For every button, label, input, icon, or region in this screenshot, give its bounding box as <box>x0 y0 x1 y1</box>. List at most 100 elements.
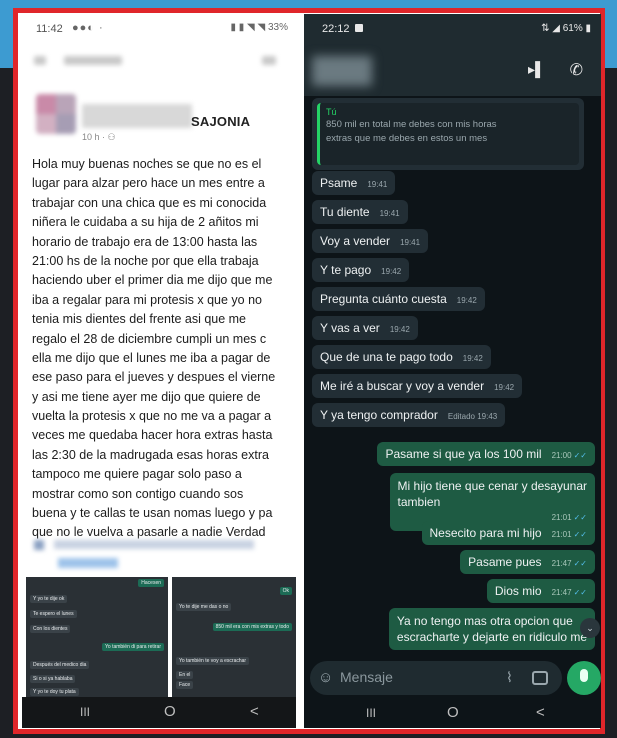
avatar[interactable] <box>36 94 76 134</box>
post-line: niñera le cuidaba a su hija de 2 añitos … <box>32 215 259 230</box>
message-placeholder[interactable]: Mensaje <box>340 669 393 685</box>
message-text: Y vas a ver <box>320 321 380 335</box>
post-line: trabajar con una chica que es mi conocid… <box>32 195 267 210</box>
post-line: ella me dijo que el lunes me iba a pagar… <box>32 350 271 365</box>
message-bubble[interactable]: Y ya tengo comprador Editado 19:43 <box>312 403 506 427</box>
message-time: 19:42 <box>462 354 483 363</box>
message-time: 21:01 ✓✓ <box>551 530 587 539</box>
battery-level: 33% <box>267 22 288 33</box>
attach-icon[interactable]: ⌇ <box>506 669 513 686</box>
battery-level: 61% <box>562 23 583 34</box>
message-text: Pasame si que ya los 100 mil <box>385 447 542 461</box>
post-line: ese paso para el jueves y despues el vie… <box>32 370 276 385</box>
image-notification-icon <box>355 24 363 32</box>
friends-icon: ⚇ <box>107 132 116 142</box>
message-bubble[interactable]: Dios mio 21:47 ✓✓ <box>486 579 595 603</box>
quote-line: extras que me debes en estos un mes <box>326 133 488 144</box>
recents-icon[interactable]: III <box>80 705 90 719</box>
recents-icon[interactable]: III <box>366 706 376 720</box>
post-line: tenia mis dientes del frente asi que me <box>32 312 247 327</box>
camera-icon[interactable] <box>532 671 548 685</box>
home-icon[interactable]: O <box>447 704 459 721</box>
post-line: lugar para alzar pero hace un mes entre … <box>32 176 265 191</box>
status-time: 22:12 <box>322 23 350 35</box>
message-text: Tu diente <box>320 205 370 219</box>
message-text: Que de una te pago todo <box>320 350 453 364</box>
scroll-down-button[interactable]: ⌄ <box>580 618 600 638</box>
message-bubble[interactable]: Ya no tengo mas otra opcion que escrachar… <box>388 608 595 650</box>
home-icon[interactable]: O <box>164 703 176 720</box>
message-bubble[interactable]: Pregunta cuánto cuesta 19:42 <box>312 287 485 311</box>
post-body: Hola muy buenas noches se que no es el l… <box>32 155 296 543</box>
mic-button[interactable] <box>567 661 601 695</box>
message-bubble[interactable]: Que de una te pago todo 19:42 <box>312 345 491 369</box>
message-bubble[interactable]: Y vas a ver 19:42 <box>312 316 418 340</box>
message-text: tambien <box>397 495 441 509</box>
message-bubble[interactable]: Psame 19:41 <box>312 171 396 195</box>
message-time: 19:42 <box>494 383 515 392</box>
read-receipt-icon: ✓✓ <box>573 559 587 568</box>
thumb-message: Hacesen <box>138 579 164 587</box>
message-time: 19:42 <box>389 325 410 334</box>
read-receipt-icon: ✓✓ <box>573 530 587 539</box>
message-text: Pasame pues <box>468 555 542 569</box>
quoted-message-bubble[interactable]: Tú 850 mil en total me debes con mis hor… <box>312 98 584 170</box>
message-time: 21:47 ✓✓ <box>551 559 587 568</box>
blurred-name <box>82 104 192 128</box>
message-bubble[interactable]: Y te pago 19:42 <box>312 258 410 282</box>
post-time: 10 h · <box>82 132 106 142</box>
blurred-contact[interactable] <box>312 56 372 86</box>
status-bar: 11:42 ●●◐ · ▮ ▮ ◥ ◥ 33% <box>22 14 296 44</box>
message-bubble[interactable]: Voy a vender 19:41 <box>312 229 429 253</box>
blurred-header <box>34 56 276 68</box>
right-phone-screenshot: 22:12 ⇅ ◢ 61% ▮ ▸▌ ✆ Tú 850 mil en total… <box>304 14 601 728</box>
android-nav-bar: III O < <box>304 700 601 728</box>
attached-screenshot-2[interactable]: Ok Yo te dije me das o no 850 mil era con … <box>172 577 296 697</box>
post-line: y asi me tiene ayer me dijo que quiere d… <box>32 389 261 404</box>
post-line: las 2:30 de la madrugada esas horas extr… <box>32 447 269 462</box>
post-line: haciendo uber el primer dia me dijo que … <box>32 273 273 288</box>
poster-name[interactable]: SAJONIA <box>191 114 250 129</box>
composer: ☺ Mensaje ⌇ <box>304 656 601 700</box>
chat-header: ▸▌ ✆ <box>304 44 601 96</box>
message-input[interactable]: ☺ Mensaje ⌇ <box>310 661 562 695</box>
post-line: vuelta la protesis x que no me va a paga… <box>32 409 272 424</box>
emoji-icon[interactable]: ☺ <box>318 669 333 686</box>
message-bubble[interactable]: Nesecito para mi hijo 21:01 ✓✓ <box>421 521 595 545</box>
message-bubble[interactable]: Me iré a buscar y voy a vender 19:42 <box>312 374 523 398</box>
post-line: horario de trabajo era de 13:00 hasta la… <box>32 234 258 249</box>
thumb-message: Yo también di para retirar <box>102 643 164 651</box>
message-time: 19:41 <box>367 180 388 189</box>
video-call-icon[interactable]: ▸▌ <box>528 61 545 78</box>
status-icons: ▮ ▮ ◥ ◥ 33% <box>230 22 288 33</box>
post-line: 21:00 hs de la noche por que ella trabaj… <box>32 253 259 268</box>
back-icon[interactable]: < <box>536 704 545 721</box>
quoted-message[interactable]: Tú 850 mil en total me debes con mis hor… <box>317 103 579 165</box>
thumb-message: En el <box>176 671 194 679</box>
mic-icon <box>580 669 588 682</box>
message-bubble[interactable]: Pasame si que ya los 100 mil 21:00 ✓✓ <box>377 442 595 466</box>
read-receipt-icon: ✓✓ <box>573 588 587 597</box>
phone-call-icon[interactable]: ✆ <box>570 60 583 80</box>
message-time: 21:00 ✓✓ <box>551 451 587 460</box>
message-text: Psame <box>320 176 358 190</box>
thumb-message: Ok <box>279 587 292 595</box>
message-time: 19:42 <box>381 267 402 276</box>
message-text: Y te pago <box>320 263 372 277</box>
notification-icons: ●●◐ · <box>72 22 104 34</box>
android-nav-bar: III O < <box>22 697 296 728</box>
thumb-message: Si o si ya hablaba <box>30 675 76 683</box>
post-line: tampoco me quiere pagar solo paso a <box>32 467 242 482</box>
message-bubble[interactable]: Tu diente 19:41 <box>312 200 408 224</box>
message-text: Voy a vender <box>320 234 391 248</box>
thumb-message: Yo también te voy a escrachar <box>176 657 250 665</box>
back-icon[interactable]: < <box>250 703 259 720</box>
blurred-link <box>34 538 264 574</box>
quote-author: Tú <box>326 107 337 117</box>
message-time: 19:41 <box>400 238 421 247</box>
post-line: iba a regalar para mi protesis x que yo … <box>32 292 262 307</box>
attached-screenshots[interactable]: Hacesen Y yo te dije ok Te espero el lunes… <box>26 577 296 697</box>
attached-screenshot-1[interactable]: Hacesen Y yo te dije ok Te espero el lunes… <box>26 577 168 697</box>
message-bubble[interactable]: Pasame pues 21:47 ✓✓ <box>460 550 595 574</box>
chat-area[interactable]: Tú 850 mil en total me debes con mis hor… <box>304 96 601 656</box>
